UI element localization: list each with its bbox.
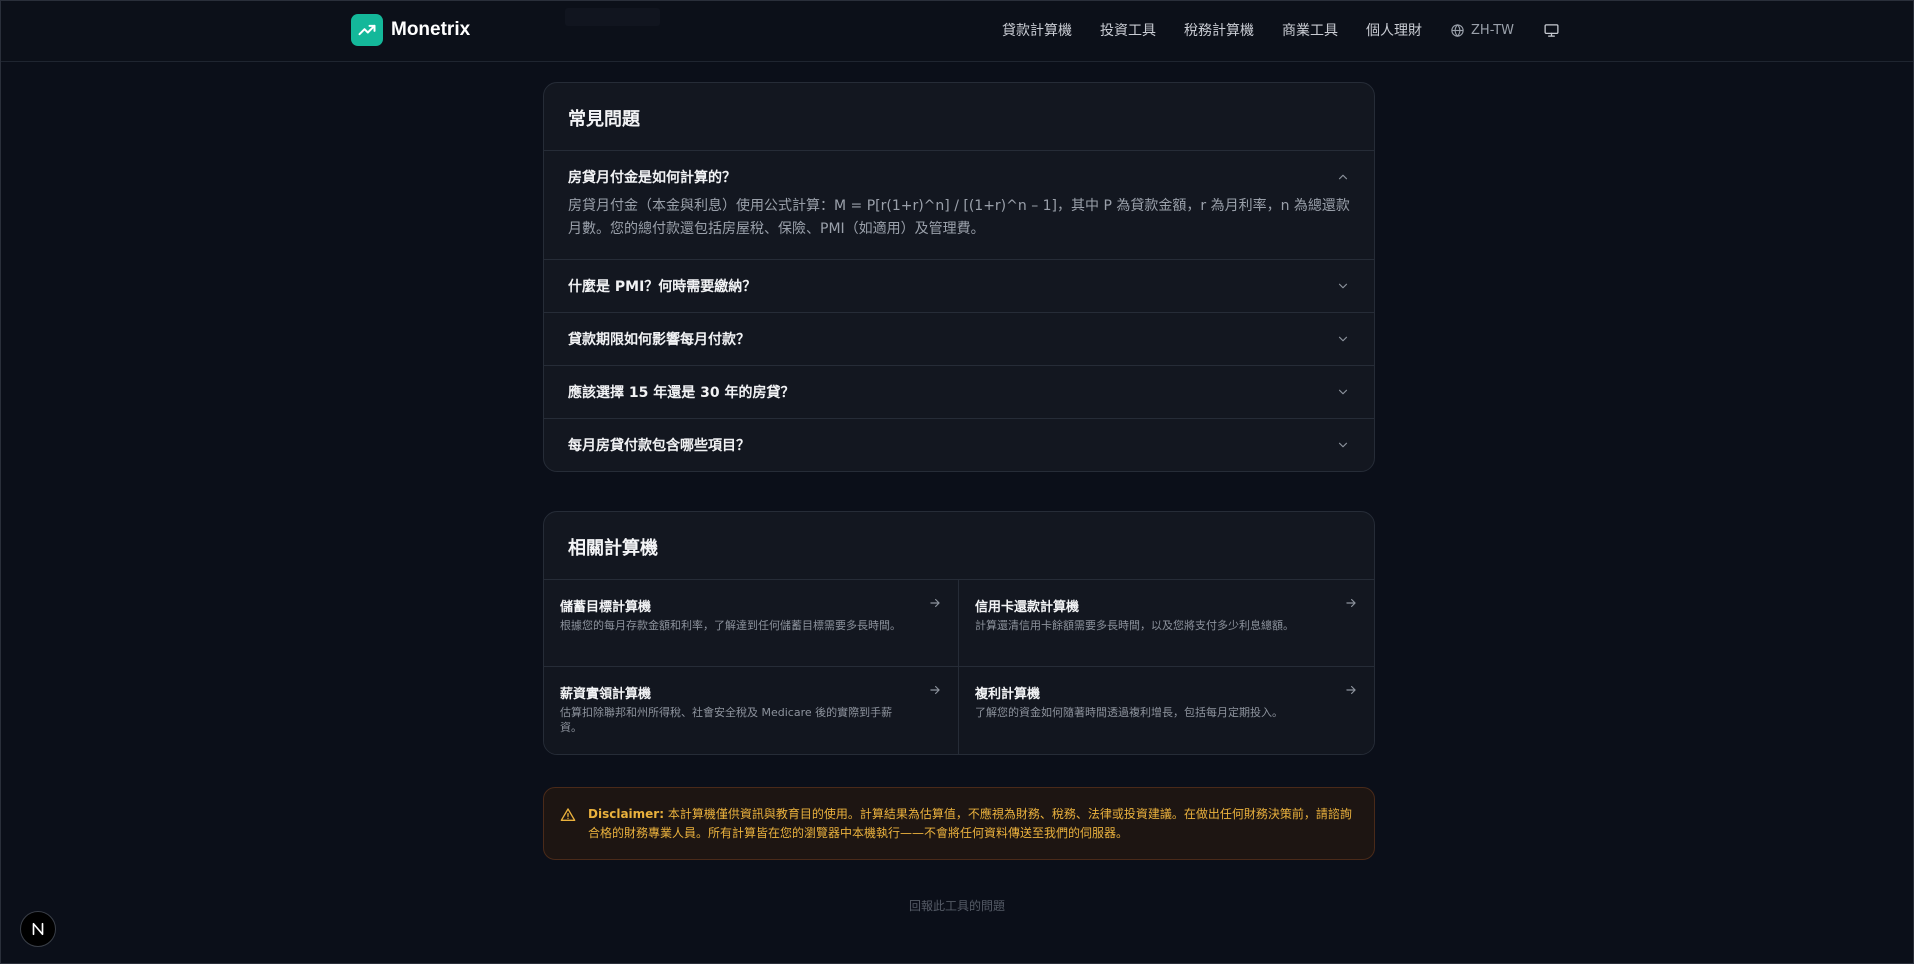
globe-icon [1451, 23, 1464, 37]
related-link-title: 薪資實領計算機 [560, 687, 652, 702]
monitor-icon [1543, 23, 1559, 37]
nav-item-tax-calculators[interactable]: 稅務計算機 [1184, 20, 1254, 40]
disclaimer-body: 本計算機僅供資訊與教育目的使用。計算結果為估算值，不應視為財務、稅務、法律或投資… [588, 807, 1352, 840]
trending-up-icon [351, 14, 383, 46]
faded-background-text [565, 8, 660, 26]
dev-tools-badge[interactable] [20, 911, 56, 947]
brand[interactable]: Monetrix [351, 14, 470, 46]
related-link-compound-interest[interactable]: 複利計算機 了解您的資金如何隨著時間透過複利增長，包括每月定期投入。 [959, 667, 1374, 754]
nav-item-loan-calculators[interactable]: 貸款計算機 [1002, 20, 1072, 40]
faq-title: 常見問題 [544, 83, 1374, 151]
report-issue-link[interactable]: 回報此工具的問題 [0, 897, 1914, 914]
nav-item-business-tools[interactable]: 商業工具 [1282, 20, 1338, 40]
disclaimer-box: Disclaimer: 本計算機僅供資訊與教育目的使用。計算結果為估算值，不應視… [543, 787, 1375, 860]
arrow-right-icon [1346, 598, 1356, 608]
related-link-title: 複利計算機 [975, 687, 1041, 702]
related-title: 相關計算機 [544, 512, 1374, 580]
related-link-description: 根據您的每月存款金額和利率，了解達到任何儲蓄目標需要多長時間。 [560, 619, 901, 632]
faq-item: 應該選擇 15 年還是 30 年的房貸？ [544, 366, 1374, 419]
related-link-credit-card-payoff[interactable]: 信用卡還款計算機 計算還清信用卡餘額需要多長時間，以及您將支付多少利息總額。 [959, 580, 1374, 667]
chevron-down-icon [1338, 389, 1348, 395]
faq-item: 什麼是 PMI？何時需要繳納？ [544, 260, 1374, 313]
faq-card: 常見問題 房貸月付金是如何計算的？ 房貸月付金（本金與利息）使用公式計算：M =… [543, 82, 1375, 472]
faq-question-toggle[interactable]: 每月房貸付款包含哪些項目？ [544, 419, 1374, 471]
related-link-title: 信用卡還款計算機 [975, 600, 1080, 615]
theme-toggle-button[interactable] [1542, 21, 1560, 39]
faq-item: 貸款期限如何影響每月付款？ [544, 313, 1374, 366]
faq-question-toggle[interactable]: 什麼是 PMI？何時需要繳納？ [544, 260, 1374, 312]
arrow-right-icon [1346, 685, 1356, 695]
faq-question: 貸款期限如何影響每月付款？ [568, 332, 750, 348]
disclaimer-text: Disclaimer: 本計算機僅供資訊與教育目的使用。計算結果為估算值，不應視… [588, 805, 1354, 843]
nav-item-investment-tools[interactable]: 投資工具 [1100, 20, 1156, 40]
language-switcher[interactable]: ZH-TW [1450, 23, 1514, 38]
arrow-right-icon [930, 685, 940, 695]
arrow-right-icon [930, 598, 940, 608]
related-link-savings-goal[interactable]: 儲蓄目標計算機 根據您的每月存款金額和利率，了解達到任何儲蓄目標需要多長時間。 [544, 580, 959, 667]
related-calculators-card: 相關計算機 儲蓄目標計算機 根據您的每月存款金額和利率，了解達到任何儲蓄目標需要… [543, 511, 1375, 755]
faq-question: 什麼是 PMI？何時需要繳納？ [568, 279, 757, 295]
nav-item-personal-finance[interactable]: 個人理財 [1366, 20, 1422, 40]
top-nav-bar: Monetrix 貸款計算機 投資工具 稅務計算機 商業工具 個人理財 ZH-T… [0, 0, 1914, 62]
faq-question: 應該選擇 15 年還是 30 年的房貸？ [568, 385, 795, 401]
faq-item: 房貸月付金是如何計算的？ 房貸月付金（本金與利息）使用公式計算：M = P[r(… [544, 151, 1374, 260]
disclaimer-label: Disclaimer: [588, 807, 665, 821]
chevron-down-icon [1338, 283, 1348, 289]
chevron-down-icon [1338, 442, 1348, 448]
related-link-take-home-pay[interactable]: 薪資實領計算機 估算扣除聯邦和州所得稅、社會安全稅及 Medicare 後的實際… [544, 667, 959, 754]
faq-answer: 房貸月付金（本金與利息）使用公式計算：M = P[r(1+r)^n] / [(1… [568, 198, 1350, 237]
related-link-description: 估算扣除聯邦和州所得稅、社會安全稅及 Medicare 後的實際到手薪資。 [560, 706, 893, 734]
faq-question: 房貸月付金是如何計算的？ [568, 170, 736, 186]
warning-triangle-icon [560, 808, 576, 821]
related-link-title: 儲蓄目標計算機 [560, 600, 652, 615]
chevron-up-icon [1338, 174, 1348, 180]
related-link-description: 計算還清信用卡餘額需要多長時間，以及您將支付多少利息總額。 [975, 619, 1294, 632]
faq-question-toggle[interactable]: 應該選擇 15 年還是 30 年的房貸？ [544, 366, 1374, 418]
n-logo-icon [32, 922, 44, 936]
related-grid: 儲蓄目標計算機 根據您的每月存款金額和利率，了解達到任何儲蓄目標需要多長時間。 … [544, 580, 1374, 754]
brand-name: Monetrix [391, 19, 471, 40]
main-nav: 貸款計算機 投資工具 稅務計算機 商業工具 個人理財 ZH-TW [974, 20, 1560, 40]
chevron-down-icon [1338, 336, 1348, 342]
faq-question: 每月房貸付款包含哪些項目？ [568, 438, 750, 454]
faq-item: 每月房貸付款包含哪些項目？ [544, 419, 1374, 471]
related-link-description: 了解您的資金如何隨著時間透過複利增長，包括每月定期投入。 [975, 706, 1283, 719]
language-label: ZH-TW [1471, 22, 1514, 38]
faq-question-toggle[interactable]: 貸款期限如何影響每月付款？ [544, 313, 1374, 365]
